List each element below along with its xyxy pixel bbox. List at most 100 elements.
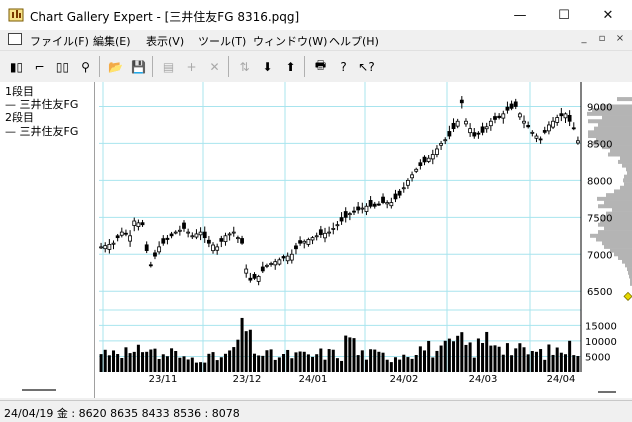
candle-body (231, 231, 236, 234)
volume-bar (568, 340, 572, 372)
upload-button[interactable]: ⬆ (280, 56, 301, 77)
document-menu-icon[interactable] (8, 33, 22, 45)
volume-bar (427, 340, 431, 372)
candle-body (285, 255, 290, 262)
volume-bar (526, 354, 530, 372)
menu-window[interactable]: ウィンドウ(W) (253, 33, 327, 49)
candle-body (182, 222, 186, 229)
volume-bar (128, 353, 132, 372)
volume-bar (302, 351, 306, 372)
delete-icon: ✕ (209, 59, 220, 74)
volume-profile-bar (610, 148, 632, 153)
candle-body (281, 256, 286, 259)
candle-body (356, 206, 361, 211)
candle-body (472, 132, 477, 137)
upload-icon: ⬆ (285, 59, 296, 74)
print-button[interactable]: 🖶 (310, 56, 331, 77)
volume-bar (385, 359, 389, 372)
candle-body (368, 200, 373, 207)
volume-profile-bar (618, 159, 632, 164)
candlestick-chart-button[interactable]: ▮▯ (6, 56, 27, 77)
menu-tools[interactable]: ツール(T) (198, 33, 246, 49)
mdi-minimize-button[interactable]: _ (576, 32, 592, 46)
candle-body (206, 239, 211, 244)
help-button[interactable]: ? (333, 56, 354, 77)
candle-body (451, 122, 456, 130)
dual-pane-button[interactable]: ▯▯ (52, 56, 73, 77)
volume-bar (265, 350, 269, 372)
volume-bar (443, 340, 447, 372)
candle-body (547, 124, 551, 132)
candle-body (161, 238, 166, 244)
volume-bar (572, 355, 576, 372)
menu-file[interactable]: ファイル(F) (30, 33, 89, 49)
save-button[interactable]: 💾 (128, 56, 149, 77)
sort-button: ⇅ (234, 56, 255, 77)
volume-bar (348, 337, 352, 372)
context-help-button[interactable]: ↖? (356, 56, 377, 77)
candle-body (376, 203, 381, 206)
volume-bar (132, 351, 136, 372)
candle-body (443, 139, 448, 142)
candle-body (198, 231, 203, 236)
candle-body (542, 130, 547, 133)
x-tick-label: 24/01 (299, 374, 328, 385)
candle-body (136, 222, 141, 227)
volume-bar (514, 348, 518, 372)
candle-body (455, 120, 460, 127)
candle-body (401, 187, 406, 190)
volume-bar (381, 352, 385, 372)
price-volume-chart[interactable]: 9000 8500 8000 7500 7000 6500 15000 10000 5000 23… (95, 82, 632, 398)
candle-body (497, 115, 502, 118)
volume-profile-bar (598, 122, 632, 127)
minimize-button[interactable]: — (498, 0, 542, 30)
pane-2-series[interactable]: — 三井住友FG (5, 123, 78, 139)
candle-body (215, 246, 220, 251)
save-icon: 💾 (131, 59, 146, 74)
volume-profile-bar (608, 152, 632, 157)
step-chart-button[interactable]: ⌐ (29, 56, 50, 77)
binoculars-button[interactable]: ⚲ (75, 56, 96, 77)
title-bar: Chart Gallery Expert - [三井住友FG 8316.pqg]… (0, 0, 632, 30)
volume-bar (406, 357, 410, 372)
mdi-restore-button[interactable]: ▫ (594, 32, 610, 46)
candle-body (202, 231, 207, 239)
download-button[interactable]: ⬇ (257, 56, 278, 77)
candle-body (480, 126, 485, 133)
menu-view[interactable]: 表示(V) (146, 33, 184, 49)
volume-bar (456, 335, 460, 372)
volume-bar (534, 351, 538, 372)
volume-tick-label: 5000 (585, 352, 610, 363)
candle-body (314, 235, 319, 238)
volume-bar (539, 349, 543, 372)
volume-bar (340, 360, 344, 372)
candle-body (352, 210, 356, 213)
candle-body (563, 113, 568, 119)
maximize-button[interactable]: ☐ (542, 0, 586, 30)
volume-bar (252, 353, 256, 372)
candle-body (119, 231, 124, 236)
candle-body (186, 231, 191, 234)
menu-help[interactable]: ヘルプ(H) (329, 33, 379, 49)
menu-bar: ファイル(F) 編集(E) 表示(V) ツール(T) ウィンドウ(W) ヘルプ(… (0, 30, 632, 49)
volume-bar (530, 351, 534, 372)
candle-body (103, 245, 108, 250)
candle-body (273, 261, 278, 266)
volume-bar (377, 351, 381, 372)
volume-profile-bar (588, 130, 632, 135)
mdi-close-button[interactable]: × (612, 32, 628, 46)
candle-body (244, 268, 249, 274)
open-folder-button[interactable]: 📂 (105, 56, 126, 77)
candle-body (459, 99, 464, 104)
volume-bar (576, 356, 580, 372)
menu-edit[interactable]: 編集(E) (93, 33, 131, 49)
volume-bar (290, 358, 294, 372)
candle-body (173, 231, 178, 234)
volume-bar (182, 356, 186, 372)
volume-bar (468, 342, 472, 372)
close-button[interactable]: ✕ (586, 0, 630, 30)
legend-scrollbar[interactable] (22, 389, 56, 391)
chart-scrollbar[interactable] (598, 391, 616, 393)
candle-body (157, 246, 162, 253)
candle-body (219, 238, 224, 242)
